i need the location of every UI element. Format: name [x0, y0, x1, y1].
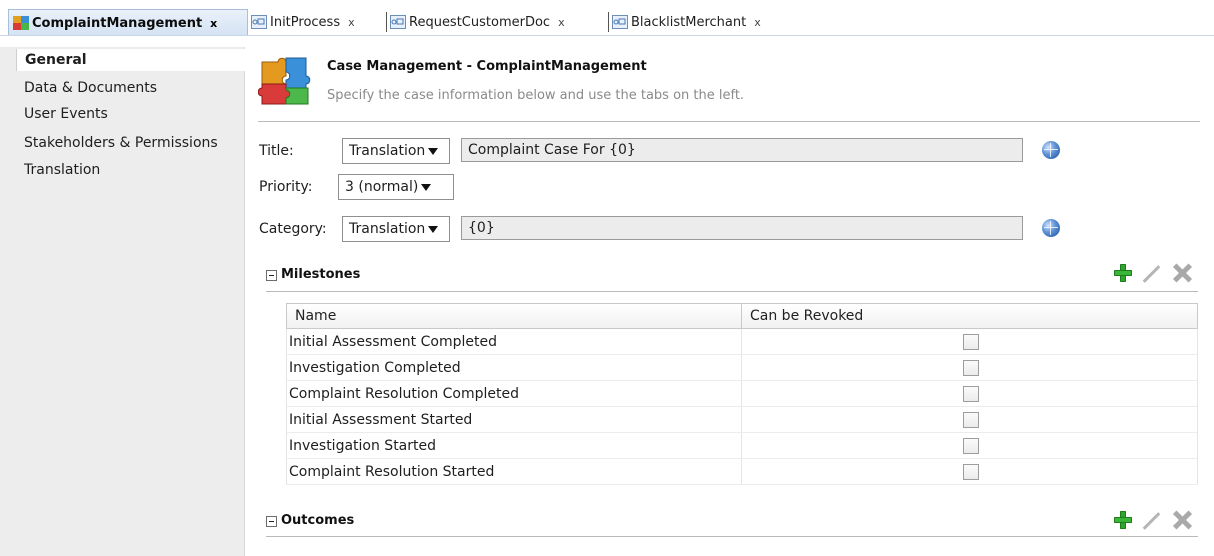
- tab-close-icon[interactable]: x: [210, 17, 217, 30]
- can-be-revoked-checkbox[interactable]: [962, 437, 979, 454]
- milestone-name: Investigation Started: [287, 433, 742, 458]
- column-header-can-be-revoked[interactable]: Can be Revoked: [742, 304, 1197, 328]
- can-be-revoked-checkbox[interactable]: [962, 359, 979, 376]
- table-row[interactable]: Initial Assessment Completed: [286, 329, 1198, 355]
- add-milestone-icon[interactable]: [1113, 263, 1133, 283]
- globe-icon[interactable]: [1042, 219, 1060, 237]
- priority-select[interactable]: 3 (normal): [338, 174, 454, 200]
- tab-label: InitProcess: [270, 14, 341, 30]
- milestone-name: Complaint Resolution Started: [287, 459, 742, 484]
- table-header: Name Can be Revoked: [286, 303, 1198, 329]
- category-label: Category:: [259, 221, 327, 237]
- edit-milestone-icon[interactable]: [1142, 264, 1160, 282]
- tab-bar-divider: [0, 35, 1214, 36]
- tab-label: ComplaintManagement: [32, 15, 203, 31]
- table-row[interactable]: Investigation Completed: [286, 355, 1198, 381]
- delete-outcome-icon[interactable]: [1172, 510, 1192, 530]
- tab-close-icon[interactable]: x: [558, 16, 565, 29]
- sidebar-item-user-events[interactable]: User Events: [8, 102, 238, 126]
- table-row[interactable]: Complaint Resolution Completed: [286, 381, 1198, 407]
- can-be-revoked-checkbox[interactable]: [962, 385, 979, 402]
- editor-tab-bar: ComplaintManagement x InitProcess x Requ…: [0, 0, 1214, 36]
- tab-separator: [608, 12, 609, 32]
- page-title: Case Management - ComplaintManagement: [327, 59, 647, 74]
- sidebar-item-translation[interactable]: Translation: [8, 158, 238, 182]
- milestones-divider: [266, 291, 1198, 292]
- add-outcome-icon[interactable]: [1113, 510, 1133, 530]
- priority-value: 3 (normal): [345, 179, 419, 195]
- dropdown-arrow-icon: [428, 225, 439, 233]
- sidebar: General Data & Documents User Events Sta…: [0, 47, 245, 556]
- category-mode-select[interactable]: Translation: [342, 216, 450, 242]
- outcomes-section-title: Outcomes: [281, 513, 355, 528]
- category-mode-value: Translation: [349, 221, 426, 237]
- process-icon: [390, 15, 406, 29]
- can-be-revoked-checkbox[interactable]: [962, 411, 979, 428]
- header-divider: [258, 121, 1200, 122]
- milestone-name: Complaint Resolution Completed: [287, 381, 742, 406]
- tab-init-process[interactable]: InitProcess x: [251, 10, 355, 34]
- process-icon: [612, 15, 628, 29]
- dropdown-arrow-icon: [428, 147, 439, 155]
- column-header-name[interactable]: Name: [287, 304, 742, 328]
- can-be-revoked-checkbox[interactable]: [962, 333, 979, 350]
- case-management-puzzle-icon: [257, 52, 314, 108]
- priority-label: Priority:: [259, 179, 313, 195]
- tab-label: RequestCustomerDoc: [409, 14, 551, 30]
- milestones-table: Name Can be Revoked Initial Assessment C…: [286, 303, 1198, 485]
- title-mode-value: Translation: [349, 143, 426, 159]
- outcomes-collapse-toggle[interactable]: [266, 516, 277, 527]
- edit-outcome-icon[interactable]: [1142, 511, 1160, 529]
- milestones-section-title: Milestones: [281, 267, 361, 282]
- tab-separator: [386, 12, 387, 32]
- milestones-collapse-toggle[interactable]: [266, 270, 277, 281]
- globe-icon[interactable]: [1042, 141, 1060, 159]
- title-label: Title:: [259, 143, 294, 159]
- tab-close-icon[interactable]: x: [348, 16, 355, 29]
- delete-milestone-icon[interactable]: [1172, 263, 1192, 283]
- table-row[interactable]: Complaint Resolution Started: [286, 459, 1198, 485]
- sidebar-item-general[interactable]: General: [16, 49, 245, 71]
- can-be-revoked-checkbox[interactable]: [962, 463, 979, 480]
- process-icon: [251, 15, 267, 29]
- tab-request-customer-doc[interactable]: RequestCustomerDoc x: [390, 10, 565, 34]
- tab-complaint-management[interactable]: ComplaintManagement x: [8, 9, 248, 36]
- milestone-name: Initial Assessment Completed: [287, 329, 742, 354]
- sidebar-item-data-documents[interactable]: Data & Documents: [8, 76, 238, 100]
- table-row[interactable]: Initial Assessment Started: [286, 407, 1198, 433]
- table-row[interactable]: Investigation Started: [286, 433, 1198, 459]
- tab-close-icon[interactable]: x: [754, 16, 761, 29]
- title-input[interactable]: Complaint Case For {0}: [461, 138, 1023, 162]
- sidebar-item-stakeholders-permissions[interactable]: Stakeholders & Permissions: [8, 131, 238, 155]
- tab-blacklist-merchant[interactable]: BlacklistMerchant x: [612, 10, 761, 34]
- dropdown-arrow-icon: [421, 183, 432, 191]
- tab-label: BlacklistMerchant: [631, 14, 747, 30]
- title-mode-select[interactable]: Translation: [342, 138, 450, 164]
- page-subtitle: Specify the case information below and u…: [327, 88, 745, 103]
- milestone-name: Investigation Completed: [287, 355, 742, 380]
- puzzle-icon: [13, 16, 29, 30]
- category-input[interactable]: {0}: [461, 216, 1023, 240]
- milestone-name: Initial Assessment Started: [287, 407, 742, 432]
- outcomes-divider: [266, 536, 1198, 537]
